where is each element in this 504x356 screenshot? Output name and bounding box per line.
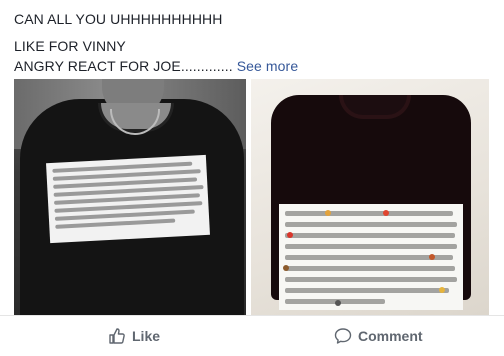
text-line bbox=[55, 218, 176, 229]
text-line bbox=[285, 233, 455, 238]
post-line-2: LIKE FOR VINNY bbox=[14, 38, 126, 54]
post-line-3-text: ANGRY REACT FOR JOE............. bbox=[14, 58, 233, 74]
emoji-icon bbox=[335, 300, 341, 306]
text-line bbox=[285, 211, 453, 216]
emoji-icon bbox=[325, 210, 331, 216]
speech-bubble-icon bbox=[334, 328, 352, 344]
post-actions-bar: Like Comment bbox=[0, 315, 504, 356]
photo-grid bbox=[0, 79, 504, 315]
emoji-icon bbox=[429, 254, 435, 260]
emoji-icon bbox=[283, 265, 289, 271]
comment-label: Comment bbox=[358, 328, 423, 344]
text-line bbox=[285, 266, 455, 271]
post-message: CAN ALL YOU UHHHHHHHHHH LIKE FOR VINNY A… bbox=[14, 9, 494, 76]
emoji-icon bbox=[439, 287, 445, 293]
post-line-3: ANGRY REACT FOR JOE............. See mor… bbox=[14, 56, 494, 76]
printed-text-patch bbox=[279, 204, 463, 310]
photo-left[interactable] bbox=[14, 79, 246, 315]
text-line bbox=[285, 277, 457, 282]
like-label: Like bbox=[132, 328, 161, 344]
comment-button[interactable]: Comment bbox=[334, 326, 423, 346]
like-button[interactable]: Like bbox=[108, 326, 160, 346]
text-line bbox=[285, 288, 449, 293]
text-line bbox=[285, 255, 453, 260]
printed-text-patch bbox=[46, 154, 210, 244]
photo-right[interactable] bbox=[251, 79, 489, 315]
see-more-link[interactable]: See more bbox=[237, 58, 299, 74]
post-line-1: CAN ALL YOU UHHHHHHHHHH bbox=[14, 11, 223, 27]
thumbs-up-icon bbox=[109, 328, 125, 344]
text-line bbox=[285, 222, 457, 227]
text-line bbox=[285, 244, 457, 249]
emoji-icon bbox=[383, 210, 389, 216]
emoji-icon bbox=[287, 232, 293, 238]
